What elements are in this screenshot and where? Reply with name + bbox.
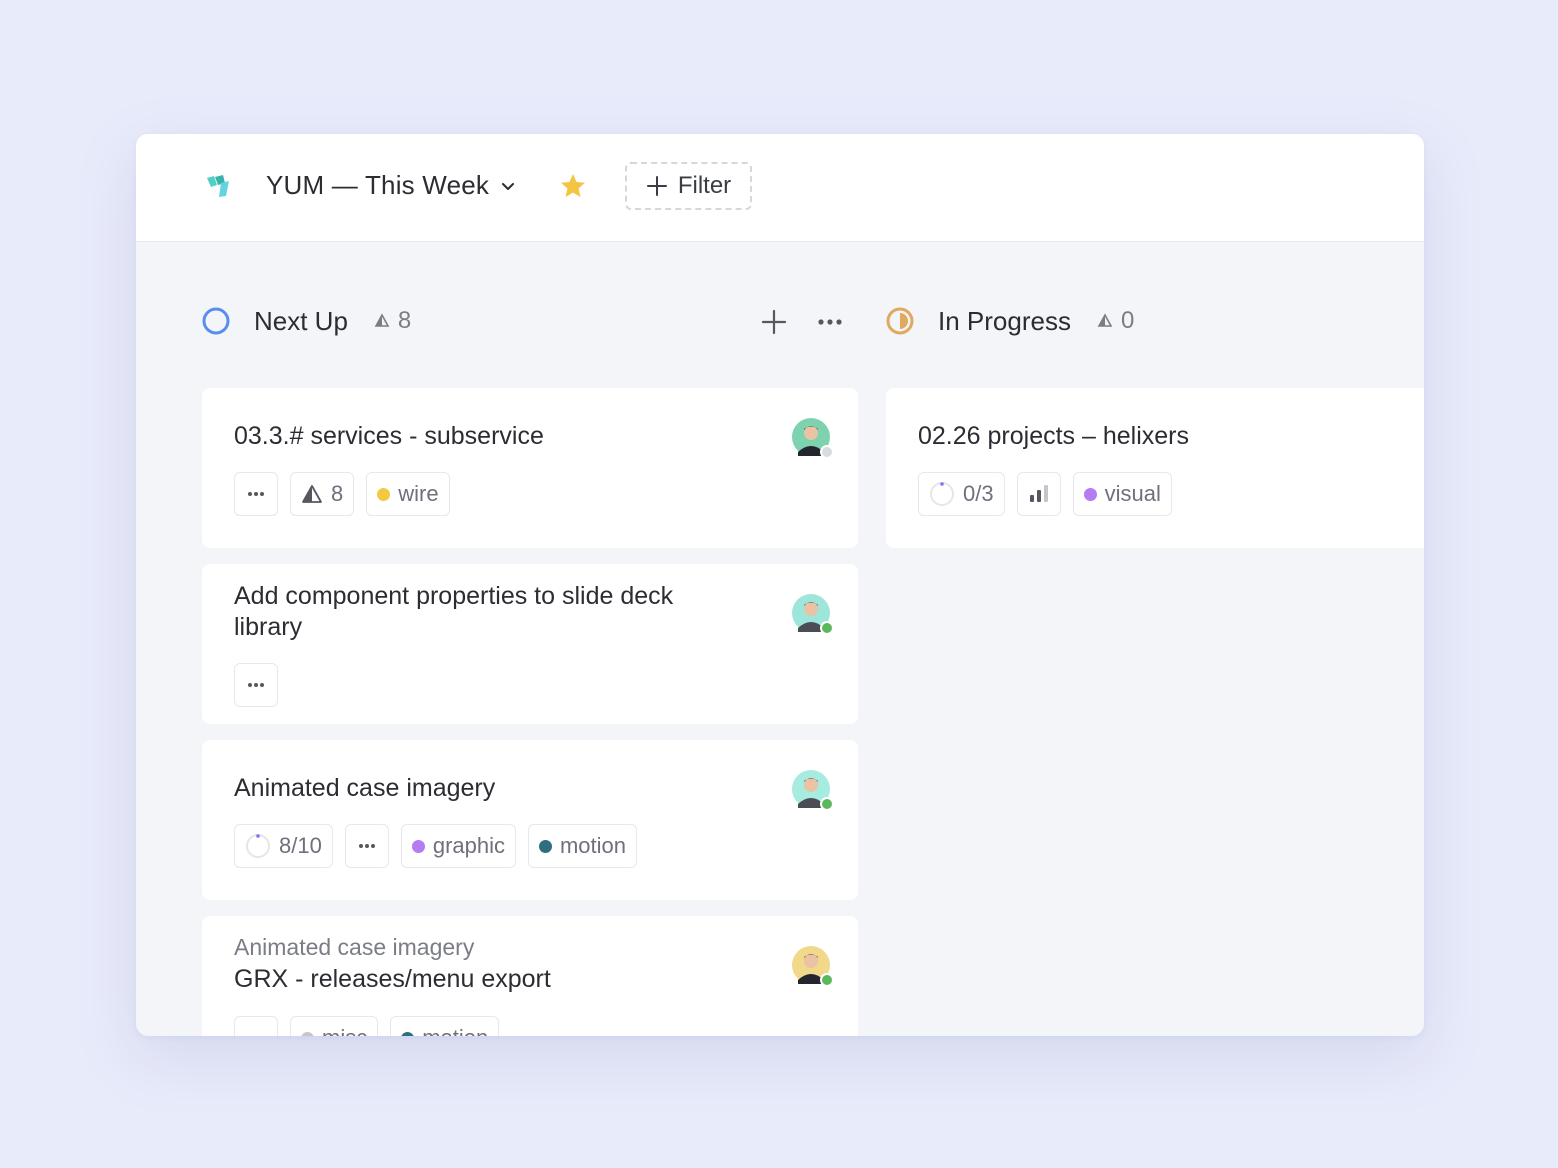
issue-card[interactable]: 03.3.# services - subservice 8 wire [202,388,858,548]
board-window: YUM — This Week Filter Next Up 8 In Prog… [136,134,1424,1036]
issue-card[interactable]: Add component properties to slide deck l… [202,564,858,724]
presence-indicator [820,973,834,987]
label-color-dot [301,1031,314,1036]
progress-value: 0/3 [963,481,994,506]
card-meta [234,663,278,707]
progress-value: 8/10 [279,833,322,858]
assignee-avatar[interactable] [792,770,834,811]
count-value: 8 [397,307,412,334]
card-meta: 0/3 visual [918,472,1172,516]
card-title: 02.26 projects – helixers [918,422,1189,450]
column-title: Next Up [254,305,348,336]
column-more-button[interactable] [814,306,846,338]
column-title: In Progress [938,305,1071,336]
card-meta: 8 wire [234,472,450,516]
assignee-avatar[interactable] [792,594,834,635]
board-title-dropdown[interactable]: YUM — This Week [266,170,517,201]
priority-chip[interactable] [1016,472,1061,516]
column-header-next-up: Next Up 8 [202,304,411,338]
card-title-line: library [234,613,303,641]
triangle-estimate-icon [374,313,390,327]
assignee-avatar[interactable] [792,418,834,459]
issue-card[interactable]: Animated case imagery GRX - releases/men… [202,916,858,1036]
triangle-estimate-icon [302,485,322,503]
plus-icon [761,309,787,335]
label-chip[interactable]: motion [527,824,638,868]
ellipsis-icon [358,844,375,848]
top-bar: YUM — This Week Filter [136,134,1424,242]
status-circle-icon [202,307,230,335]
label-color-dot [411,839,425,853]
ellipsis-icon [248,492,264,496]
label-text: graphic [432,833,505,858]
more-options-chip[interactable] [234,663,278,707]
label-text: misc [322,1025,367,1036]
label-chip[interactable]: motion [390,1016,500,1036]
label-color-dot [401,1031,415,1036]
more-options-chip[interactable] [344,824,389,868]
card-meta: misc motion [234,1016,500,1036]
count-value: 0 [1120,307,1135,334]
issue-card[interactable]: 02.26 projects – helixers 0/3 visual [886,388,1424,548]
subtask-progress-chip[interactable]: 0/3 [918,472,1005,516]
star-icon[interactable] [558,171,588,201]
bar-chart-icon [1029,485,1048,502]
estimate-chip[interactable]: 8 [290,472,355,516]
app-logo-icon[interactable] [204,172,232,200]
filter-button[interactable]: Filter [625,162,752,210]
column-estimate-count: 8 [374,307,411,335]
card-meta: 8/10 graphic motion [234,824,638,868]
label-chip[interactable]: misc [290,1016,379,1036]
card-title: 03.3.# services - subservice [234,422,544,450]
chevron-down-icon [502,182,515,190]
add-card-button[interactable] [758,306,790,338]
card-title-line: Add component properties to slide deck [234,582,674,610]
issue-card[interactable]: Animated case imagery 8/10 graphic motio… [202,740,858,900]
progress-ring-icon [246,834,270,858]
presence-indicator [820,797,834,811]
ellipsis-icon [248,683,264,687]
triangle-estimate-icon [1097,313,1113,327]
ellipsis-icon [247,1035,265,1036]
label-text: wire [398,481,439,506]
card-parent-title: Animated case imagery [234,934,475,960]
label-color-dot [377,487,391,501]
plus-icon [646,176,667,196]
more-options-chip[interactable] [234,472,278,516]
label-text: visual [1104,481,1161,506]
card-title: Animated case imagery [234,774,496,802]
ellipsis-icon [818,319,842,325]
label-chip[interactable]: graphic [400,824,516,868]
more-options-chip[interactable] [234,1016,278,1036]
status-half-circle-icon [886,307,914,335]
progress-ring-icon [930,482,954,506]
label-text: motion [559,833,627,858]
label-chip[interactable]: wire [366,472,450,516]
presence-indicator [820,621,834,635]
label-color-dot [538,839,552,853]
board-title: YUM — This Week [266,170,490,200]
label-color-dot [1083,487,1097,501]
card-title: Add component properties to slide deck l… [234,581,673,643]
label-chip[interactable]: visual [1072,472,1172,516]
card-title: GRX - releases/menu export [234,965,551,993]
column-header-in-progress: In Progress 0 [886,304,1134,338]
filter-label: Filter [677,172,732,199]
assignee-avatar[interactable] [792,946,834,987]
label-text: motion [422,1025,488,1036]
column-estimate-count: 0 [1097,307,1134,335]
presence-indicator [820,445,834,459]
estimate-value: 8 [331,481,344,506]
subtask-progress-chip[interactable]: 8/10 [234,824,333,868]
